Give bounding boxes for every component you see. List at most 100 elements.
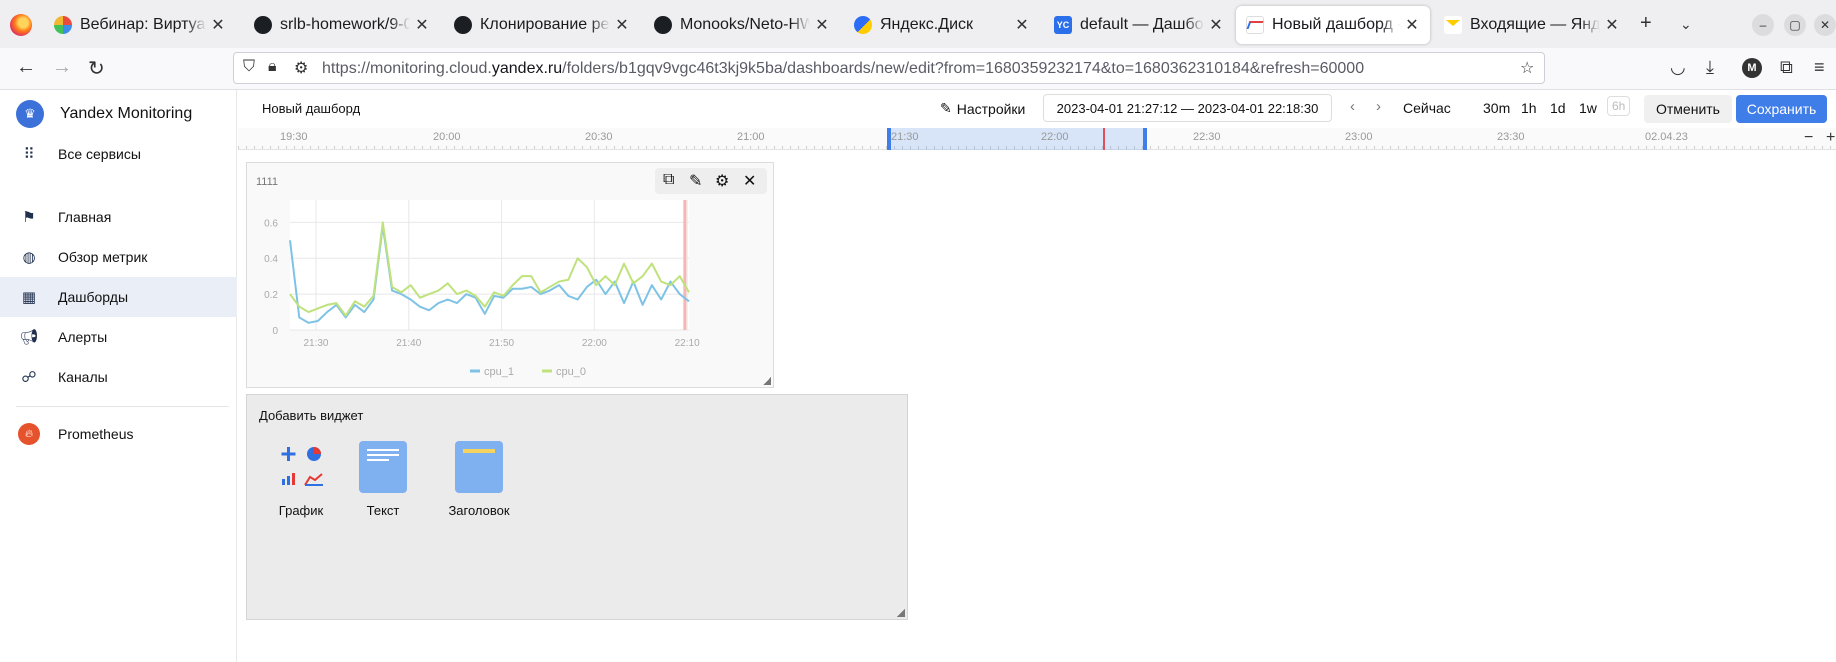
yandex-cloud-icon: YC bbox=[1054, 16, 1072, 34]
timeline-zoom-in-icon[interactable]: + bbox=[1826, 129, 1835, 147]
brand-link[interactable]: ♛ Yandex Monitoring bbox=[16, 100, 192, 128]
github-icon bbox=[254, 16, 272, 34]
sidebar-item-prometheus[interactable]: 🔥︎ Prometheus bbox=[0, 414, 237, 454]
tab-close-icon[interactable]: ✕ bbox=[614, 15, 630, 35]
graph-widget-icon bbox=[281, 447, 323, 486]
reload-icon[interactable]: ↻ bbox=[88, 56, 105, 81]
time-forward-chevron-icon[interactable]: › bbox=[1376, 98, 1381, 115]
browser-tab[interactable]: srlb-homework/9-01. ✕ bbox=[244, 6, 440, 44]
tab-favicon-icon bbox=[54, 16, 72, 34]
back-arrow-icon[interactable]: ← bbox=[16, 56, 36, 79]
close-icon[interactable]: ✕ bbox=[743, 171, 756, 191]
grid-icon: ▦ bbox=[21, 289, 37, 306]
restore-window-icon[interactable]: ▢ bbox=[1784, 14, 1806, 36]
browser-nav-bar: ← → ↻ ⛉ 🔒︎ ⚙ https://monitoring.cloud.ya… bbox=[0, 48, 1836, 90]
tab-close-icon[interactable]: ✕ bbox=[414, 15, 430, 35]
zoom-1d-button[interactable]: 1d bbox=[1550, 100, 1566, 116]
zoom-1w-button[interactable]: 1w bbox=[1579, 100, 1597, 116]
flag-icon: ⚑ bbox=[22, 209, 36, 226]
timeline-label: 20:30 bbox=[585, 131, 613, 143]
text-widget-icon bbox=[359, 441, 407, 493]
y-tick-label: 0.6 bbox=[264, 218, 278, 229]
x-tick-label: 22:10 bbox=[675, 338, 700, 349]
browser-tab[interactable]: YC default — Дашборд ✕ bbox=[1044, 6, 1234, 44]
dashboard-title[interactable]: Новый дашборд bbox=[262, 101, 360, 116]
time-back-chevron-icon[interactable]: ‹ bbox=[1350, 98, 1355, 115]
browser-tab[interactable]: Monooks/Neto-HW-9 ✕ bbox=[644, 6, 840, 44]
menu-icon[interactable]: ≡ bbox=[1814, 57, 1825, 78]
add-graph-widget-button[interactable]: График bbox=[261, 441, 341, 531]
timeline-scrubber[interactable]: 19:30 20:00 20:30 21:00 21:30 22:00 22:3… bbox=[238, 128, 1836, 150]
cancel-button[interactable]: Отменить bbox=[1644, 95, 1732, 123]
github-icon bbox=[454, 16, 472, 34]
add-text-widget-button[interactable]: Текст bbox=[343, 441, 423, 531]
forward-arrow-icon[interactable]: → bbox=[52, 56, 72, 79]
browser-tab[interactable]: Яндекс.Диск ✕ bbox=[844, 6, 1040, 44]
timeline-selection[interactable] bbox=[888, 128, 1145, 150]
yandex-mail-icon bbox=[1444, 16, 1462, 34]
add-title-widget-button[interactable]: Заголовок bbox=[439, 441, 519, 531]
bookmark-star-icon[interactable]: ☆ bbox=[1520, 58, 1534, 78]
browser-tab-active[interactable]: Новый дашборд - Да ✕ bbox=[1236, 6, 1430, 44]
edit-pencil-icon[interactable]: ✎ bbox=[689, 171, 702, 191]
new-tab-plus-icon[interactable]: + bbox=[1640, 12, 1652, 35]
timeline-label: 23:30 bbox=[1497, 131, 1525, 143]
downloads-icon[interactable]: ⤓ bbox=[1706, 57, 1714, 78]
pocket-icon[interactable]: ◡ bbox=[1670, 57, 1686, 78]
sidebar-item-home[interactable]: ⚑ Главная bbox=[0, 197, 237, 237]
account-avatar[interactable]: M bbox=[1742, 58, 1762, 78]
tab-close-icon[interactable]: ✕ bbox=[814, 15, 830, 35]
shield-icon[interactable]: ⛉ bbox=[243, 58, 255, 76]
channels-icon: ☍ bbox=[21, 369, 37, 386]
legend-label: cpu_1 bbox=[484, 366, 514, 378]
lock-icon[interactable]: 🔒︎ bbox=[268, 58, 277, 76]
zoom-1h-button[interactable]: 1h bbox=[1521, 100, 1537, 116]
tab-close-icon[interactable]: ✕ bbox=[1604, 15, 1620, 35]
tab-close-icon[interactable]: ✕ bbox=[210, 15, 226, 35]
browser-tab[interactable]: Вебинар: Виртуализ ✕ bbox=[44, 6, 236, 44]
resize-handle[interactable] bbox=[763, 377, 771, 385]
time-range-input[interactable]: 2023-04-01 21:27:12 — 2023-04-01 22:18:3… bbox=[1043, 94, 1332, 122]
close-window-icon[interactable]: ✕ bbox=[1814, 14, 1836, 36]
url-bar[interactable]: ⛉ 🔒︎ ⚙ https://monitoring.cloud.yandex.r… bbox=[233, 52, 1545, 84]
tab-close-icon[interactable]: ✕ bbox=[1404, 15, 1420, 35]
now-button[interactable]: Сейчас bbox=[1403, 100, 1451, 116]
compass-icon: ◍ bbox=[22, 249, 36, 266]
timeline-right-handle[interactable] bbox=[1143, 128, 1147, 150]
timeline-label: 23:00 bbox=[1345, 131, 1373, 143]
browser-tab[interactable]: Клонирование репо ✕ bbox=[444, 6, 640, 44]
tab-close-icon[interactable]: ✕ bbox=[1014, 15, 1030, 35]
browser-tab[interactable]: Входящие — Яндекс ✕ bbox=[1434, 6, 1630, 44]
extensions-icon[interactable]: ⧉ bbox=[1780, 57, 1793, 78]
browser-tab-bar: Вебинар: Виртуализ ✕ srlb-homework/9-01.… bbox=[0, 0, 1836, 48]
x-tick-label: 21:40 bbox=[396, 338, 421, 349]
tab-close-icon[interactable]: ✕ bbox=[1208, 15, 1224, 35]
x-tick-label: 21:50 bbox=[489, 338, 514, 349]
monitoring-logo-icon: ♛ bbox=[16, 100, 44, 128]
tab-list-chevron-down-icon[interactable]: ⌄ bbox=[1680, 16, 1692, 33]
sidebar-item-dashboards[interactable]: ▦ Дашборды bbox=[0, 277, 237, 317]
gear-icon[interactable]: ⚙ bbox=[715, 171, 729, 191]
widget-toolbar: ⧉ ✎ ⚙ ✕ bbox=[655, 168, 767, 194]
y-tick-label: 0 bbox=[272, 326, 278, 337]
save-button[interactable]: Сохранить bbox=[1736, 95, 1827, 123]
timeline-label: 21:00 bbox=[737, 131, 765, 143]
sidebar-item-metrics[interactable]: ◍ Обзор метрик bbox=[0, 237, 237, 277]
yandex-disk-icon bbox=[854, 16, 872, 34]
url-text: https://monitoring.cloud.yandex.ru/folde… bbox=[322, 60, 1365, 77]
graph-widget[interactable]: 0 0.2 0.4 0.6 21:30 21:40 21:50 22:00 22:10 cpu_1… bbox=[246, 162, 774, 388]
permissions-icon[interactable]: ⚙ bbox=[294, 58, 308, 78]
minimize-window-icon[interactable]: – bbox=[1752, 14, 1774, 36]
settings-button[interactable]: ✎ Настройки bbox=[940, 100, 1025, 117]
timeline-label: 21:30 bbox=[891, 131, 919, 143]
copy-icon[interactable]: ⧉ bbox=[663, 171, 674, 189]
timeline-label: 22:00 bbox=[1041, 131, 1069, 143]
firefox-logo-icon bbox=[10, 14, 32, 36]
sidebar-item-channels[interactable]: ☍ Каналы bbox=[0, 357, 237, 397]
sidebar-item-alerts[interactable]: 📢︎ Алерты bbox=[0, 317, 237, 357]
sidebar-item-all-services[interactable]: ⠿ Все сервисы bbox=[0, 134, 237, 174]
zoom-30m-button[interactable]: 30m bbox=[1483, 100, 1510, 116]
cpu-line-chart: 0 0.2 0.4 0.6 21:30 21:40 21:50 22:00 22:10 cpu_1… bbox=[264, 200, 700, 378]
resize-handle[interactable] bbox=[897, 609, 905, 617]
timeline-zoom-out-icon[interactable]: − bbox=[1804, 129, 1813, 147]
